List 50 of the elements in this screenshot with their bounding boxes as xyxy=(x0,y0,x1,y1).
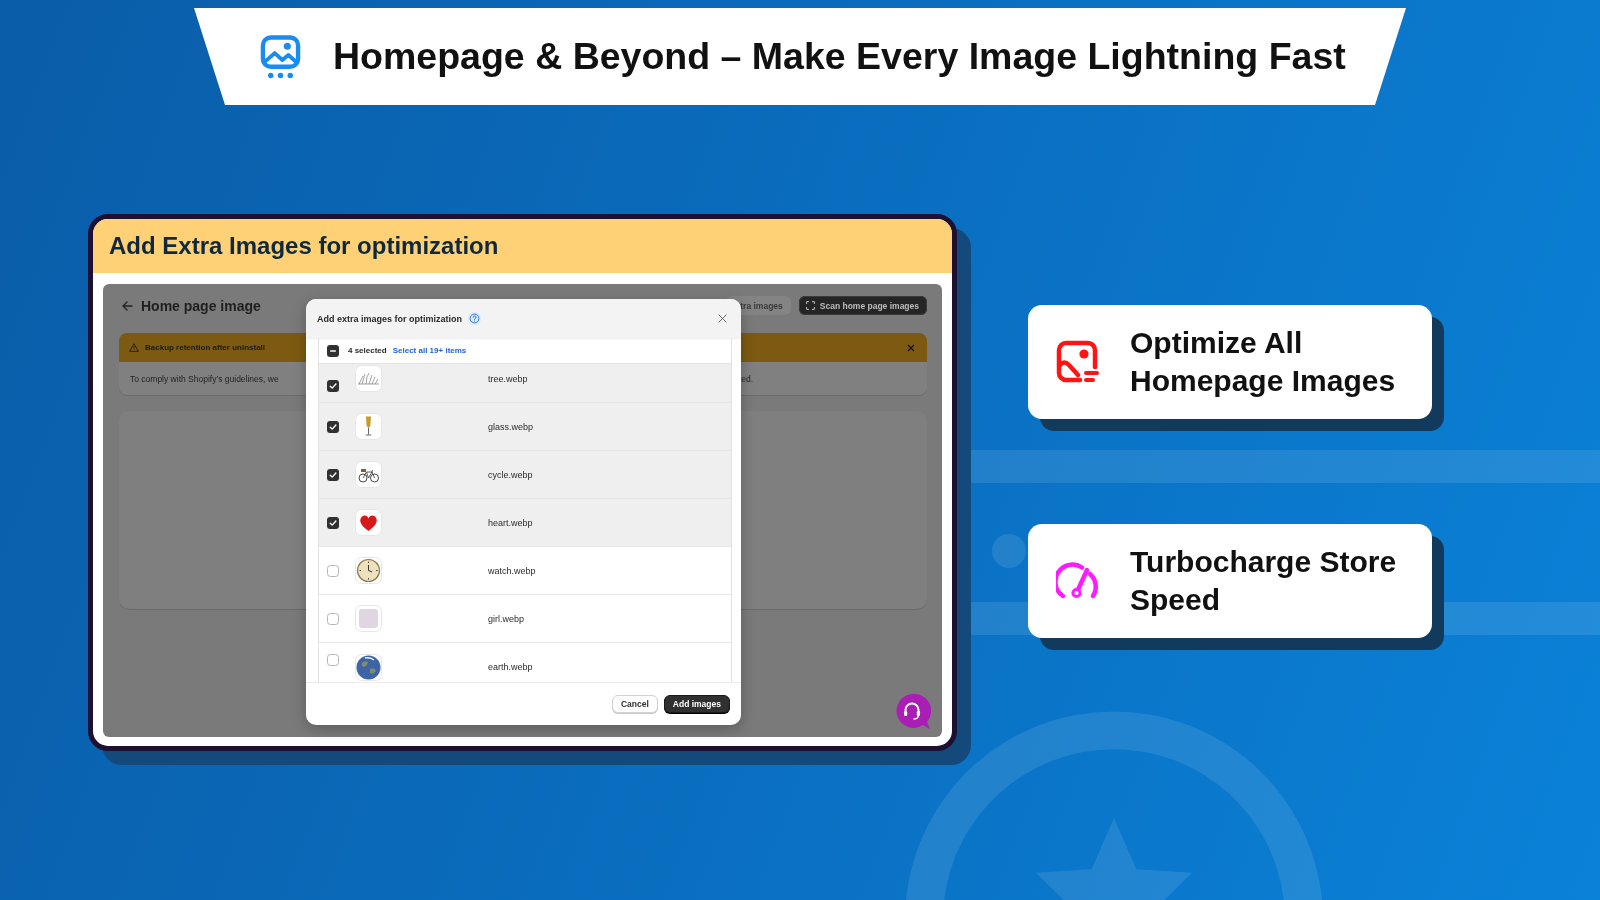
scan-button[interactable]: Scan home page images xyxy=(798,296,927,315)
notice-text: To comply with Shopify’s guidelines, we xyxy=(130,373,279,384)
image-row[interactable]: cycle.webp xyxy=(319,451,731,499)
file-name: glass.webp xyxy=(488,421,534,432)
warning-icon xyxy=(129,343,139,352)
image-icon xyxy=(1056,340,1100,384)
file-name: watch.webp xyxy=(488,565,536,576)
cancel-button[interactable]: Cancel xyxy=(611,695,658,713)
checkbox[interactable] xyxy=(327,468,339,481)
image-logo-icon xyxy=(260,33,301,80)
add-images-button[interactable]: Add images xyxy=(663,695,730,713)
image-row[interactable]: heart.webp xyxy=(319,499,731,547)
banner-title: Homepage & Beyond – Make Every Image Lightning Fast xyxy=(333,35,1346,78)
help-icon[interactable] xyxy=(468,312,482,325)
close-icon xyxy=(718,314,727,323)
photo-placeholder xyxy=(355,605,382,632)
showcase-title: Add Extra Images for optimization xyxy=(93,219,952,273)
checkbox[interactable] xyxy=(327,564,339,577)
gauge-icon xyxy=(1056,562,1100,600)
back-arrow-icon[interactable] xyxy=(122,300,133,311)
dialog-title: Add extra images for optimization xyxy=(317,313,463,324)
file-name: girl.webp xyxy=(488,613,525,624)
headset-icon xyxy=(894,693,931,730)
close-icon[interactable] xyxy=(907,343,915,352)
select-all-link[interactable]: Select all 19+ items xyxy=(392,346,467,355)
page-title: Home page image xyxy=(141,297,261,314)
image-row[interactable]: glass.webp xyxy=(319,403,731,451)
feature-title: Turbocharge Store Speed xyxy=(1130,544,1398,618)
file-name: heart.webp xyxy=(488,517,533,528)
close-button[interactable] xyxy=(718,314,727,323)
checkbox[interactable] xyxy=(327,516,339,529)
feature-title: Optimize All Homepage Images xyxy=(1130,325,1397,399)
checkbox[interactable] xyxy=(327,612,339,625)
checkbox[interactable] xyxy=(327,380,339,392)
notice-text: ed. xyxy=(741,373,753,384)
checkbox[interactable] xyxy=(327,420,339,433)
bicycle-icon xyxy=(355,461,382,488)
support-chat-button[interactable] xyxy=(894,693,931,730)
checkbox[interactable] xyxy=(327,654,339,666)
image-row[interactable]: tree.webp xyxy=(319,364,731,403)
decorative-dot xyxy=(992,534,1026,568)
scan-frame-icon xyxy=(805,301,815,310)
notice-title: Backup retention after uninstall xyxy=(145,343,266,352)
wine-glass-icon xyxy=(355,413,382,440)
selected-count: 4 selected xyxy=(348,346,387,355)
file-name: earth.webp xyxy=(488,662,533,672)
clock-icon xyxy=(355,557,382,584)
file-name: cycle.webp xyxy=(488,469,533,480)
select-all-checkbox[interactable] xyxy=(327,344,339,357)
file-name: tree.webp xyxy=(488,374,528,384)
